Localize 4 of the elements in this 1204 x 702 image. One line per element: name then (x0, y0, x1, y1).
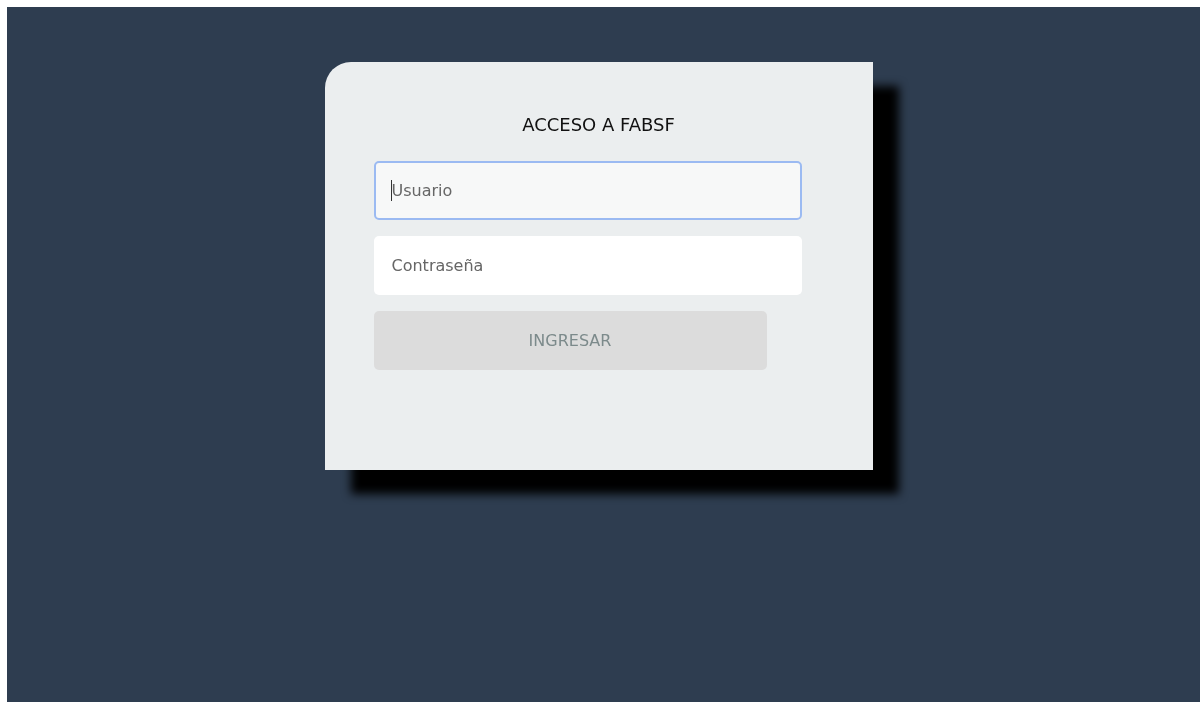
password-field[interactable]: Contraseña (373, 236, 802, 295)
username-field[interactable]: Usuario (373, 161, 802, 220)
login-title: ACCESO A FABSF (521, 114, 675, 135)
text-cursor (390, 180, 392, 201)
